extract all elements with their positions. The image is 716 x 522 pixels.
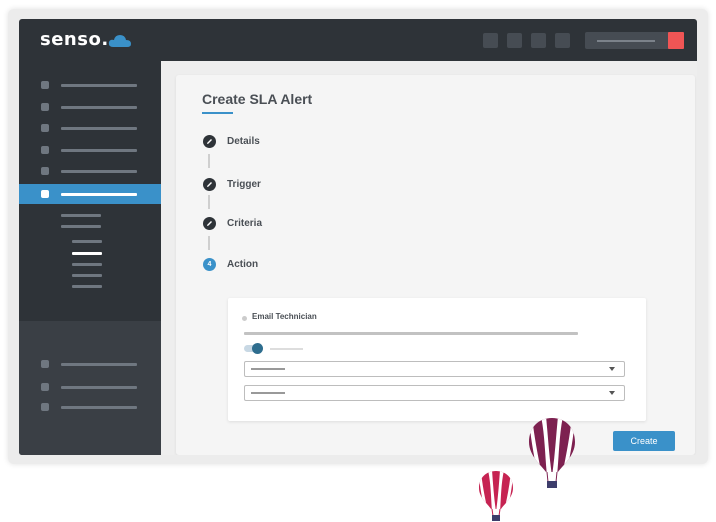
step-action[interactable]: Action <box>227 259 258 270</box>
sidebar-item-label <box>61 363 137 366</box>
submenu-item-1[interactable] <box>61 214 101 217</box>
action-label: Email Technician <box>252 312 317 321</box>
step-criteria[interactable]: Criteria <box>227 218 262 229</box>
sidebar-item-3[interactable] <box>19 118 161 138</box>
sidebar-item-label <box>61 170 137 173</box>
sidebar-item-icon <box>41 383 49 391</box>
create-button[interactable]: Create <box>613 431 675 451</box>
sidebar-item-label <box>61 127 137 130</box>
step-connector <box>208 195 210 209</box>
step-connector <box>208 154 210 168</box>
step-trigger[interactable]: Trigger <box>227 179 261 190</box>
step-details[interactable]: Details <box>227 136 260 147</box>
sidebar-footer-item-1[interactable] <box>19 354 161 374</box>
sidebar-item-label <box>61 386 137 389</box>
toolbar-button-4[interactable] <box>555 33 570 48</box>
step-number: 4 <box>203 258 216 271</box>
select-field-1[interactable] <box>244 361 625 377</box>
select-value <box>251 392 285 394</box>
app-window: senso. Create SLA Alert Details Trigger … <box>19 19 697 455</box>
sidebar-item-icon <box>41 81 49 89</box>
hot-air-balloon-icon <box>479 471 513 521</box>
top-bar: senso. <box>19 19 697 61</box>
toolbar-button-2[interactable] <box>507 33 522 48</box>
toggle-knob[interactable] <box>252 343 263 354</box>
sidebar-footer-item-3[interactable] <box>19 397 161 417</box>
sidebar-footer-item-2[interactable] <box>19 377 161 397</box>
senso-logo: senso. <box>40 29 109 50</box>
action-card: Email Technician <box>228 298 646 421</box>
title-underline <box>202 112 233 114</box>
pencil-icon[interactable] <box>203 135 216 148</box>
submenu-item-7[interactable] <box>72 285 102 288</box>
submenu-item-active[interactable] <box>72 252 102 255</box>
pencil-icon[interactable] <box>203 178 216 191</box>
sidebar-item-active[interactable] <box>19 184 161 204</box>
sidebar-item-icon <box>41 146 49 154</box>
notification-button[interactable] <box>668 32 684 49</box>
sidebar <box>19 61 161 455</box>
action-divider <box>244 332 578 335</box>
radio-dot[interactable] <box>242 316 247 321</box>
chevron-down-icon <box>609 391 615 395</box>
hot-air-balloon-icon <box>529 418 575 488</box>
sidebar-item-label <box>61 193 137 196</box>
sidebar-item-label <box>61 84 137 87</box>
submenu-item-5[interactable] <box>72 263 102 266</box>
sidebar-item-5[interactable] <box>19 161 161 181</box>
submenu-item-3[interactable] <box>72 240 102 243</box>
sidebar-item-1[interactable] <box>19 75 161 95</box>
sidebar-item-icon <box>41 167 49 175</box>
toolbar-button-1[interactable] <box>483 33 498 48</box>
sidebar-item-label <box>61 406 137 409</box>
toolbar-button-3[interactable] <box>531 33 546 48</box>
sidebar-item-icon <box>41 103 49 111</box>
cloud-icon <box>108 35 131 47</box>
submenu-item-6[interactable] <box>72 274 102 277</box>
search-placeholder <box>597 40 655 42</box>
pencil-icon[interactable] <box>203 217 216 230</box>
sidebar-item-icon <box>41 190 49 198</box>
sidebar-item-2[interactable] <box>19 97 161 117</box>
toggle-label <box>270 348 303 350</box>
sidebar-item-label <box>61 149 137 152</box>
sidebar-footer <box>19 321 161 455</box>
sidebar-item-4[interactable] <box>19 140 161 160</box>
select-value <box>251 368 285 370</box>
sidebar-item-icon <box>41 124 49 132</box>
submenu-item-2[interactable] <box>61 225 101 228</box>
select-field-2[interactable] <box>244 385 625 401</box>
chevron-down-icon <box>609 367 615 371</box>
sidebar-item-label <box>61 106 137 109</box>
sidebar-item-icon <box>41 360 49 368</box>
page-title: Create SLA Alert <box>202 91 313 107</box>
sidebar-item-icon <box>41 403 49 411</box>
step-connector <box>208 236 210 250</box>
main-panel: Create SLA Alert Details Trigger Criteri… <box>176 75 695 455</box>
